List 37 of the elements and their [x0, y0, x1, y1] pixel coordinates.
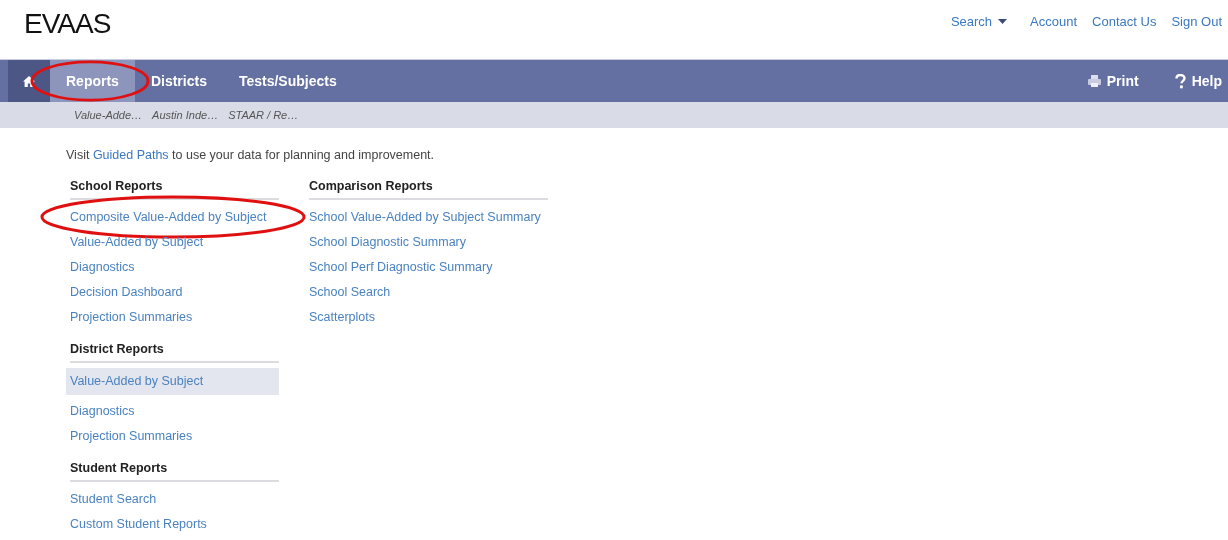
report-link[interactable]: School Search	[305, 280, 548, 305]
home-button[interactable]	[8, 60, 50, 102]
report-link[interactable]: School Value-Added by Subject Summary	[305, 205, 548, 230]
report-link[interactable]: Scatterplots	[305, 305, 548, 330]
nav-action-button[interactable]: Help	[1156, 60, 1228, 102]
report-link[interactable]: Value-Added by Subject	[66, 230, 279, 255]
report-link[interactable]: School Perf Diagnostic Summary	[305, 255, 548, 280]
report-link[interactable]: Decision Dashboard	[66, 280, 279, 305]
printer-icon	[1087, 75, 1101, 87]
report-link[interactable]: School Diagnostic Summary	[305, 230, 548, 255]
home-icon	[23, 75, 35, 87]
header-link[interactable]: Account	[1030, 14, 1078, 29]
report-link[interactable]: Projection Summaries	[66, 424, 279, 449]
header-link[interactable]: Sign Out	[1171, 14, 1222, 29]
guided-paths-link[interactable]: Guided Paths	[92, 148, 169, 162]
header-link[interactable]: Search	[950, 14, 1008, 29]
header-link[interactable]: Contact Us	[1092, 14, 1157, 29]
caret-icon	[998, 19, 1008, 24]
nav-tab[interactable]: Districts	[134, 60, 223, 102]
intro-text: Visit Guided Paths to use your data for planning and improvement.	[66, 148, 436, 162]
breadcrumb-link[interactable]: Value-Adde…	[74, 109, 143, 121]
section-heading: Comparison Reports	[309, 179, 548, 200]
question-mark-icon	[1174, 73, 1186, 89]
breadcrumb-link[interactable]: Austin Inde…	[152, 109, 219, 121]
evaas-logo: EVAAS	[24, 8, 111, 40]
report-link[interactable]: Student Search	[66, 487, 279, 512]
section-heading: School Reports	[70, 179, 279, 200]
report-link[interactable]: Custom Student Reports	[66, 512, 279, 537]
section-heading: District Reports	[70, 342, 279, 363]
nav-action-button[interactable]: Print	[1069, 60, 1157, 102]
report-link[interactable]: Diagnostics	[66, 399, 279, 424]
report-link[interactable]: Diagnostics	[66, 255, 279, 280]
breadcrumb-link[interactable]: STAAR / Re…	[228, 109, 299, 121]
nav-tab[interactable]: Tests/Subjects	[222, 60, 353, 102]
section-heading: Student Reports	[70, 461, 279, 482]
report-link[interactable]: Value-Added by Subject	[66, 368, 279, 395]
report-link[interactable]: Projection Summaries	[66, 305, 279, 330]
